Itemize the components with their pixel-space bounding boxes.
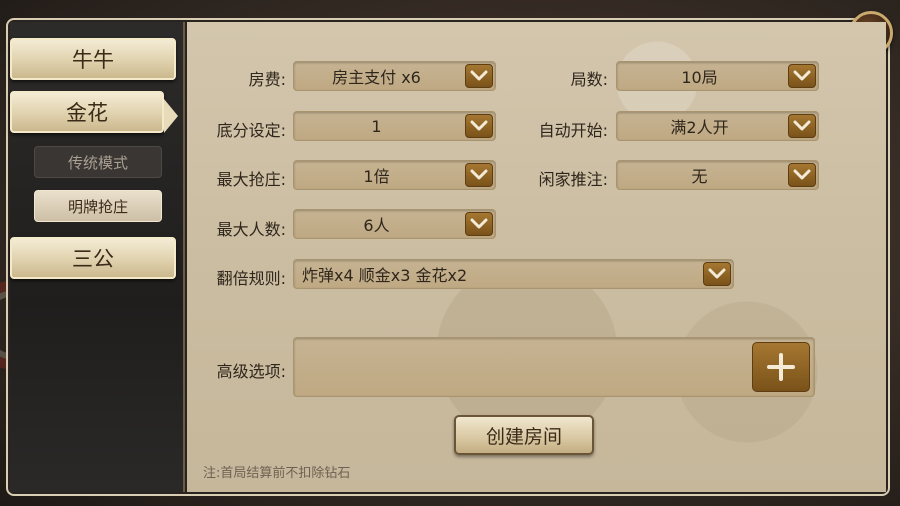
dropdown-button[interactable]: [788, 64, 816, 88]
subtab-traditional-mode[interactable]: 传统模式: [34, 146, 162, 178]
max-grab-label: 最大抢庄:: [216, 170, 286, 189]
base-score-value: 1: [371, 116, 382, 136]
chevron-down-icon: [793, 70, 811, 81]
dropdown-button[interactable]: [465, 212, 493, 236]
chevron-down-icon: [470, 218, 488, 229]
plus-icon: [767, 353, 795, 381]
double-rule-value: 炸弹x4 顺金x3 金花x2: [302, 266, 468, 285]
room-fee-select[interactable]: 房主支付 x6: [293, 61, 496, 91]
chevron-down-icon: [470, 70, 488, 81]
idle-bet-value: 无: [691, 167, 708, 186]
max-grab-value: 1倍: [363, 167, 390, 186]
dropdown-button[interactable]: [788, 163, 816, 187]
tab-jinhua[interactable]: 金花: [10, 91, 164, 133]
idle-bet-label: 闲家推注:: [538, 170, 608, 189]
advanced-label: 高级选项:: [216, 362, 286, 381]
double-rule-select[interactable]: 炸弹x4 顺金x3 金花x2: [293, 259, 734, 289]
max-players-value: 6人: [363, 216, 390, 235]
dropdown-button[interactable]: [703, 262, 731, 286]
subtab-label: 传统模式: [67, 153, 128, 172]
tab-sangong[interactable]: 三公: [10, 237, 176, 279]
chevron-down-icon: [708, 268, 726, 279]
room-fee-value: 房主支付 x6: [332, 68, 421, 87]
auto-start-select[interactable]: 满2人开: [616, 111, 819, 141]
chevron-down-icon: [470, 120, 488, 131]
create-room-button[interactable]: 创建房间: [454, 415, 594, 455]
chevron-down-icon: [470, 169, 488, 180]
max-grab-select[interactable]: 1倍: [293, 160, 496, 190]
rounds-select[interactable]: 10局: [616, 61, 819, 91]
room-fee-label: 房费:: [248, 70, 286, 89]
dropdown-button[interactable]: [465, 64, 493, 88]
idle-bet-select[interactable]: 无: [616, 160, 819, 190]
max-players-select[interactable]: 6人: [293, 209, 496, 239]
max-players-label: 最大人数:: [216, 220, 286, 239]
rounds-value: 10局: [681, 68, 718, 87]
auto-start-label: 自动开始:: [538, 121, 608, 140]
dropdown-button[interactable]: [788, 114, 816, 138]
dropdown-button[interactable]: [465, 114, 493, 138]
rounds-label: 局数:: [570, 70, 608, 89]
footer-note: 注:首局结算前不扣除钻石: [203, 466, 351, 481]
tab-label: 牛牛: [72, 48, 114, 72]
base-score-label: 底分设定:: [216, 121, 286, 140]
chevron-down-icon: [793, 120, 811, 131]
dropdown-button[interactable]: [465, 163, 493, 187]
advanced-options-box: [293, 337, 815, 397]
add-advanced-option-button[interactable]: [752, 342, 810, 392]
tab-niuniu[interactable]: 牛牛: [10, 38, 176, 80]
active-tab-arrow: [164, 99, 178, 133]
double-rule-label: 翻倍规则:: [216, 269, 286, 288]
subtab-open-card-grab[interactable]: 明牌抢庄: [34, 190, 162, 222]
tab-label: 金花: [66, 101, 108, 125]
tab-label: 三公: [72, 247, 114, 271]
chevron-down-icon: [793, 169, 811, 180]
create-room-label: 创建房间: [485, 425, 562, 448]
base-score-select[interactable]: 1: [293, 111, 496, 141]
auto-start-value: 满2人开: [670, 118, 729, 137]
subtab-label: 明牌抢庄: [67, 197, 128, 216]
